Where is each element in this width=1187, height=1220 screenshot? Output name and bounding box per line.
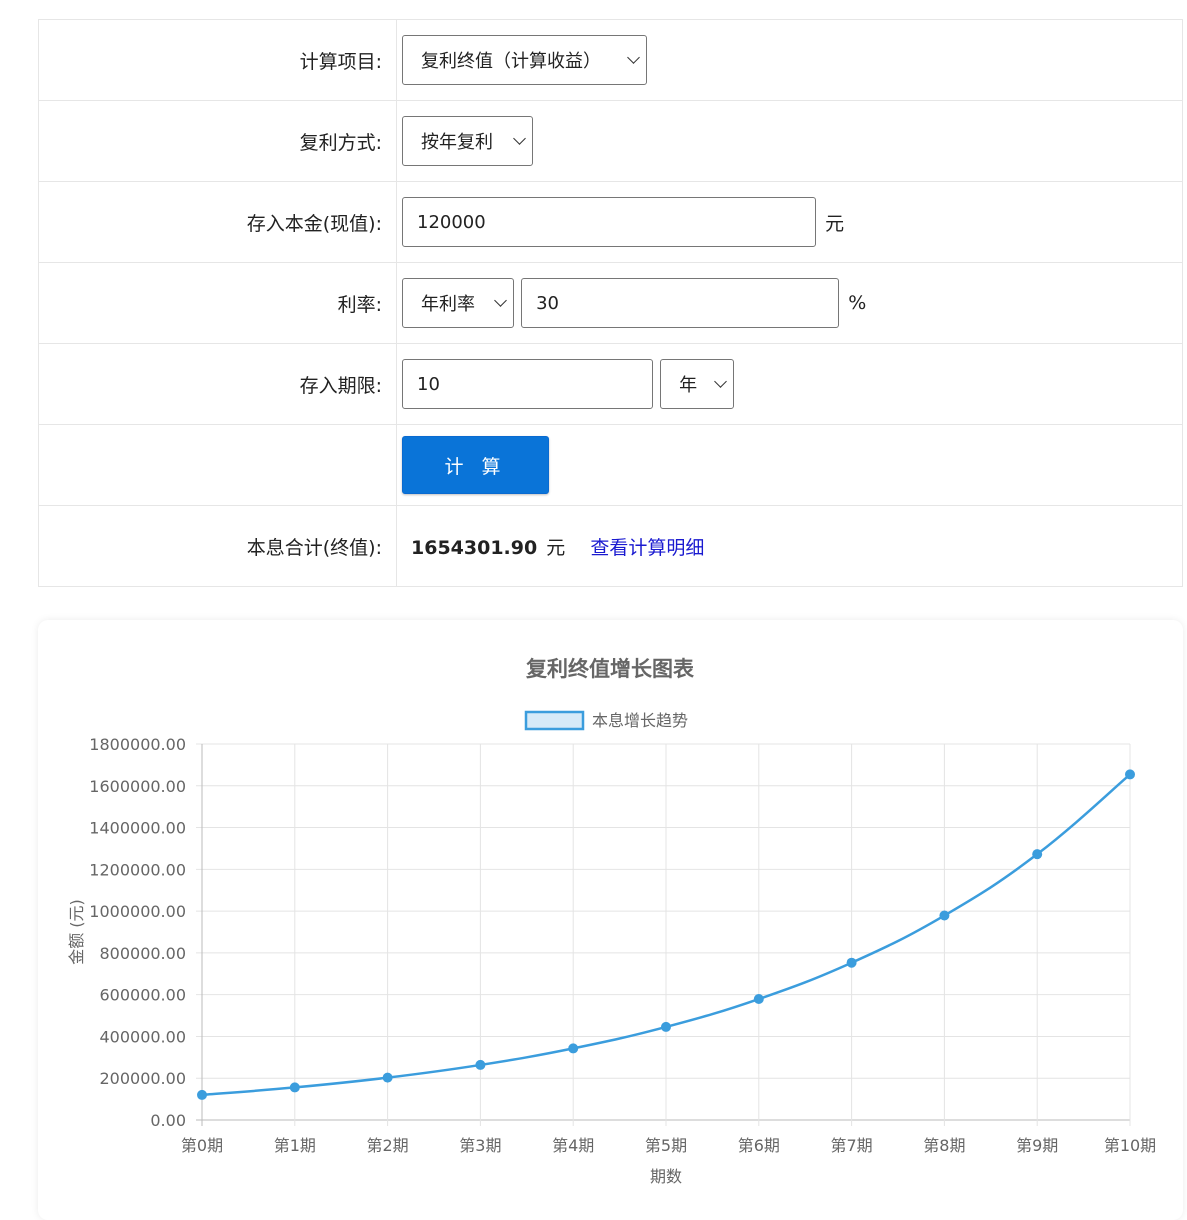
x-axis-label: 期数 <box>650 1167 682 1186</box>
x-tick-label: 第10期 <box>1104 1136 1156 1155</box>
legend-swatch[interactable] <box>524 710 585 731</box>
data-point[interactable] <box>1032 849 1043 860</box>
form-row-principal: 存入本金(现值): 元 <box>38 181 1183 263</box>
x-tick-label: 第6期 <box>738 1136 780 1155</box>
x-tick-label: 第9期 <box>1016 1136 1058 1155</box>
y-tick-label: 1800000.00 <box>89 735 186 754</box>
form-row-result: 本息合计(终值): 1654301.90 元 查看计算明细 <box>38 505 1183 587</box>
calc-item-label: 计算项目: <box>38 19 397 101</box>
data-point[interactable] <box>475 1059 486 1070</box>
form-row-compound: 复利方式: 按年复利 <box>38 100 1183 182</box>
y-axis-label: 金额 (元) <box>67 899 86 965</box>
chevron-down-icon <box>513 132 526 145</box>
form-row-rate: 利率: 年利率 % <box>38 262 1183 344</box>
x-tick-label: 第1期 <box>274 1136 316 1155</box>
calculate-button[interactable]: 计 算 <box>402 436 549 494</box>
y-tick-label: 200000.00 <box>99 1069 186 1088</box>
form-row-button: 计 算 <box>38 424 1183 506</box>
legend-label[interactable]: 本息增长趋势 <box>592 711 688 730</box>
calculator-form: 计算项目: 复利终值（计算收益） 复利方式: 按年复利 存入本金(现值): 元 … <box>38 19 1183 587</box>
rate-input[interactable] <box>521 278 840 328</box>
chevron-down-icon <box>494 294 507 307</box>
chart-grid <box>196 743 1131 1126</box>
compound-select-value: 按年复利 <box>421 132 493 153</box>
rate-type-select-value: 年利率 <box>421 294 475 315</box>
rate-label: 利率: <box>38 262 397 344</box>
data-point[interactable] <box>1125 769 1135 780</box>
y-tick-label: 1600000.00 <box>89 777 186 796</box>
y-axis-ticks: 0.00 200000.00 400000.00 600000.00 800000.00… <box>89 735 186 1130</box>
calc-item-select[interactable]: 复利终值（计算收益） <box>402 35 647 85</box>
data-point[interactable] <box>289 1082 300 1093</box>
data-point[interactable] <box>197 1089 207 1100</box>
y-tick-label: 800000.00 <box>99 944 186 963</box>
result-value: 1654301.90 <box>411 536 538 559</box>
x-tick-label: 第3期 <box>459 1136 501 1155</box>
result-label: 本息合计(终值): <box>38 505 397 587</box>
result-unit: 元 <box>546 536 566 559</box>
x-tick-label: 第7期 <box>831 1136 873 1155</box>
x-tick-label: 第4期 <box>552 1136 594 1155</box>
view-detail-link[interactable]: 查看计算明细 <box>590 537 704 559</box>
term-unit-select-value: 年 <box>679 375 698 396</box>
chart-title: 复利终值增长图表 <box>525 657 695 681</box>
chevron-down-icon <box>627 51 640 64</box>
y-tick-label: 1200000.00 <box>89 860 186 879</box>
data-point[interactable] <box>661 1021 671 1032</box>
rate-unit: % <box>848 292 867 314</box>
term-input[interactable] <box>402 359 653 409</box>
y-tick-label: 1400000.00 <box>89 819 186 838</box>
y-tick-label: 600000.00 <box>99 986 186 1005</box>
x-axis-ticks: 第0期 第1期 第2期 第3期 第4期 第5期 第6期 第7期 第8期 第9期 第10期 <box>181 1136 1156 1155</box>
principal-label: 存入本金(现值): <box>38 181 397 263</box>
x-tick-label: 第8期 <box>923 1136 965 1155</box>
principal-unit: 元 <box>825 212 845 235</box>
principal-input[interactable] <box>402 197 816 247</box>
rate-type-select[interactable]: 年利率 <box>402 278 514 328</box>
data-point[interactable] <box>568 1043 579 1054</box>
x-tick-label: 第2期 <box>367 1136 409 1155</box>
growth-chart: 复利终值增长图表 本息增长趋势 0.00 200000.00 400000.00 60… <box>67 657 1156 1186</box>
chart-card: 复利终值增长图表 本息增长趋势 0.00 200000.00 400000.00 60… <box>38 620 1183 1220</box>
compound-select[interactable]: 按年复利 <box>402 116 533 166</box>
y-tick-label: 1000000.00 <box>89 902 186 921</box>
term-label: 存入期限: <box>38 343 397 425</box>
data-point[interactable] <box>382 1072 393 1083</box>
y-tick-label: 400000.00 <box>99 1027 186 1046</box>
x-tick-label: 第5期 <box>645 1136 687 1155</box>
form-row-term: 存入期限: 年 <box>38 343 1183 425</box>
x-tick-label: 第0期 <box>181 1136 223 1155</box>
chevron-down-icon <box>714 375 727 388</box>
data-point[interactable] <box>753 994 764 1005</box>
term-unit-select[interactable]: 年 <box>660 359 735 409</box>
calc-item-select-value: 复利终值（计算收益） <box>421 51 601 72</box>
data-point[interactable] <box>939 910 950 921</box>
data-point[interactable] <box>846 957 857 968</box>
compound-label: 复利方式: <box>38 100 397 182</box>
form-row-calc-item: 计算项目: 复利终值（计算收益） <box>38 19 1183 101</box>
y-tick-label: 0.00 <box>150 1111 186 1130</box>
